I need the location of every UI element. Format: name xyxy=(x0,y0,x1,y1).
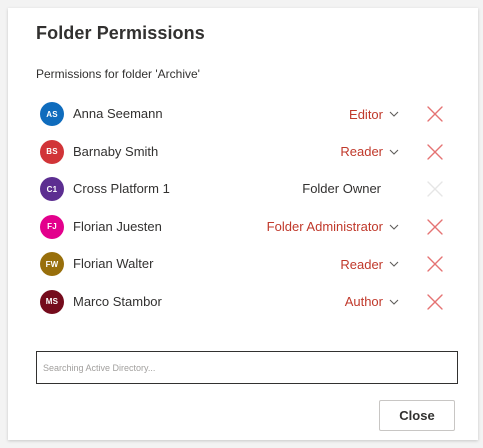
avatar: FW xyxy=(40,252,64,276)
avatar: AS xyxy=(40,102,64,126)
role-label: Editor xyxy=(349,106,383,122)
avatar: BS xyxy=(40,139,64,164)
permission-row: FW Florian Walter Reader xyxy=(36,246,452,284)
close-icon xyxy=(427,181,443,197)
chevron-down-icon xyxy=(389,111,399,117)
role-dropdown[interactable]: Author xyxy=(345,292,399,312)
role-label: Folder Administrator xyxy=(266,219,383,234)
user-name: Anna Seemann xyxy=(73,106,163,121)
dialog-subtitle: Permissions for folder 'Archive' xyxy=(36,67,200,81)
chevron-down-icon xyxy=(389,149,399,155)
avatar: C1 xyxy=(40,177,64,201)
user-name: Marco Stambor xyxy=(73,293,162,309)
permission-list: AS Anna Seemann Editor BS Barnaby Smith Reade… xyxy=(36,96,452,321)
dialog-title: Folder Permissions xyxy=(36,23,205,43)
close-button[interactable]: Close xyxy=(379,400,455,431)
chevron-down-icon xyxy=(389,299,399,305)
chevron-down-icon xyxy=(389,224,399,230)
user-name: Florian Juesten xyxy=(73,218,162,234)
user-name: Cross Platform 1 xyxy=(73,181,170,196)
user-name: Barnaby Smith xyxy=(73,143,159,159)
permission-row: BS Barnaby Smith Reader xyxy=(36,134,452,172)
close-icon[interactable] xyxy=(426,143,444,161)
chevron-down-icon xyxy=(389,261,399,267)
permission-row: FJ Florian Juesten Folder Administrator xyxy=(36,209,452,247)
permission-row: MS Marco Stambor Author xyxy=(36,284,452,322)
role-label: Folder Owner xyxy=(302,181,381,196)
close-icon[interactable] xyxy=(426,293,444,311)
permission-row: AS Anna Seemann Editor xyxy=(36,96,452,134)
role-dropdown[interactable]: Folder Administrator xyxy=(267,217,399,237)
close-icon[interactable] xyxy=(426,105,444,123)
role-dropdown[interactable]: Reader xyxy=(340,142,399,162)
role-label: Author xyxy=(344,294,383,309)
user-name: Florian Walter xyxy=(73,256,154,271)
role-label: Reader xyxy=(340,144,383,159)
role-label: Reader xyxy=(340,256,383,272)
folder-permissions-dialog: Folder Permissions Permissions for folde… xyxy=(8,8,478,440)
role-dropdown[interactable]: Reader xyxy=(340,254,399,274)
permission-row: C1 Cross Platform 1 Folder Owner xyxy=(36,171,452,209)
avatar: FJ xyxy=(40,214,64,239)
close-icon[interactable] xyxy=(426,218,444,236)
avatar: MS xyxy=(40,289,64,314)
search-input[interactable] xyxy=(36,351,458,384)
role-dropdown[interactable]: Editor xyxy=(349,104,399,124)
close-icon[interactable] xyxy=(426,255,444,273)
